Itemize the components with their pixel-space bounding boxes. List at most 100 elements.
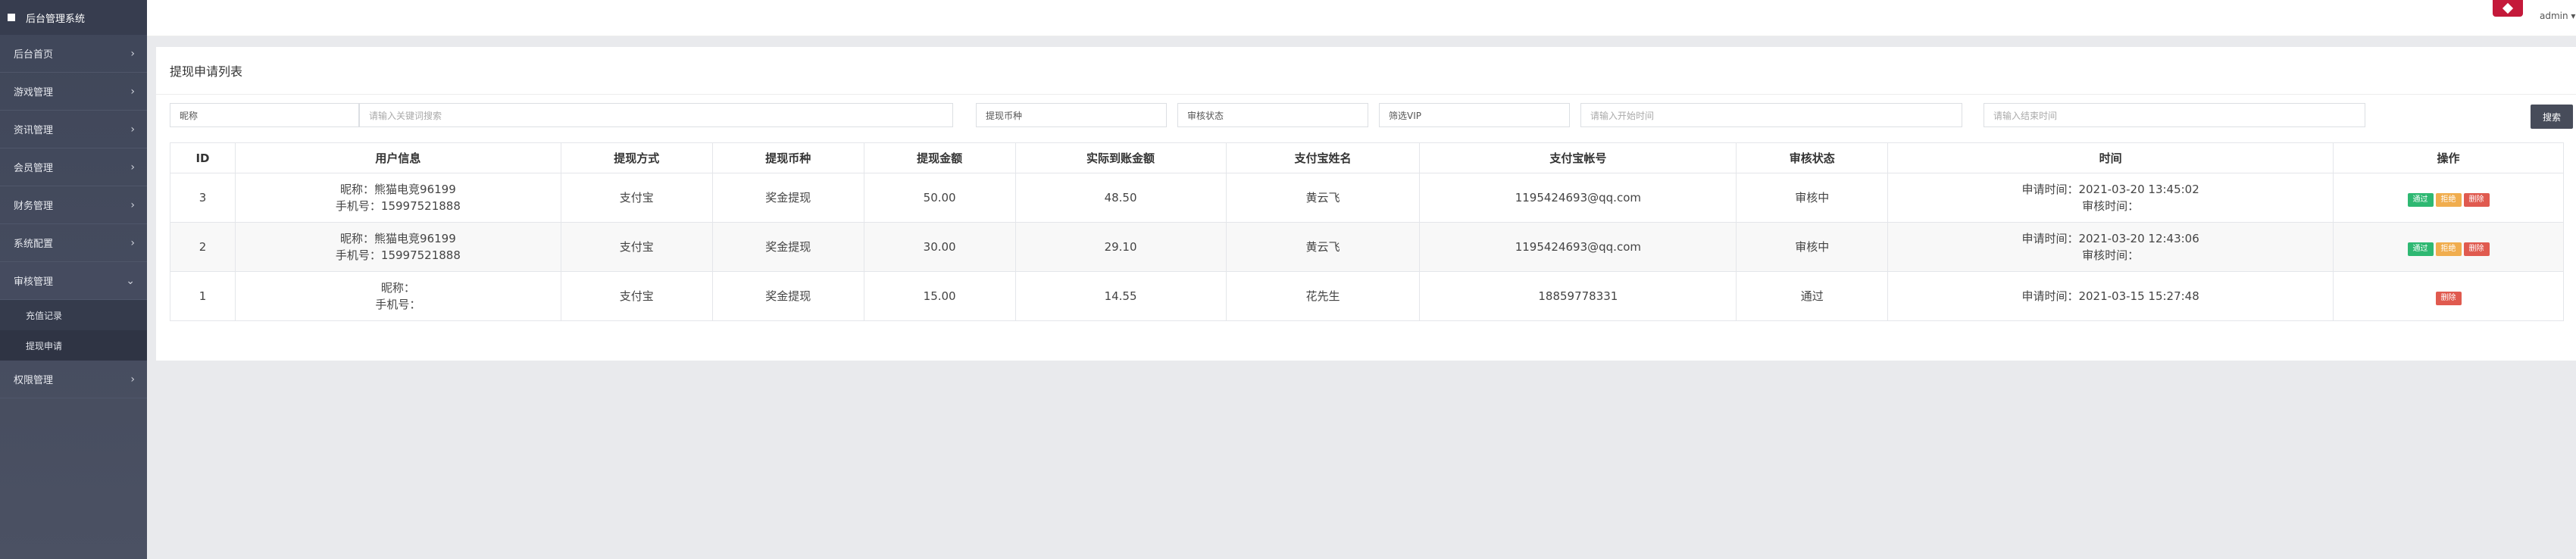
col-status: 审核状态: [1736, 142, 1889, 173]
currency-select[interactable]: 提现币种: [976, 103, 1167, 127]
sidebar-item-members[interactable]: 会员管理 ›: [0, 148, 147, 186]
sidebar-item-label: 会员管理: [14, 163, 54, 174]
withdraw-table: ID 用户信息 提现方式 提现币种 提现金额 实际到账金额 支付宝姓名 支付宝帐…: [170, 142, 2564, 321]
reject-button[interactable]: 拒绝: [2435, 242, 2462, 256]
sidebar-subitem-withdraw[interactable]: 提现申请: [0, 330, 147, 361]
cell-time: 申请时间：2021-03-15 15:27:48: [1887, 271, 2334, 321]
sidebar-item-games[interactable]: 游戏管理 ›: [0, 73, 147, 111]
col-time: 时间: [1887, 142, 2334, 173]
status-select[interactable]: 审核状态: [1177, 103, 1368, 127]
user-phone: 手机号：: [375, 298, 421, 311]
cell-currency: 奖金提现: [711, 173, 864, 223]
cell-alipay-name: 黄云飞: [1225, 222, 1421, 272]
cell-actions: 删除: [2333, 271, 2564, 321]
cell-user: 昵称：熊猫电竞96199 手机号：15997521888: [234, 173, 561, 223]
user-menu[interactable]: admin ▾: [2540, 11, 2575, 21]
apply-time: 申请时间：2021-03-20 13:45:02: [2021, 183, 2199, 196]
chevron-right-icon: ›: [130, 198, 135, 211]
audit-time: 审核时间：: [2082, 199, 2140, 213]
cell-time: 申请时间：2021-03-20 12:43:06 审核时间：: [1887, 222, 2334, 272]
chevron-right-icon: ›: [130, 47, 135, 60]
chevron-down-icon: ⌄: [126, 274, 135, 287]
col-actual: 实际到账金额: [1014, 142, 1227, 173]
spacer: [147, 36, 2576, 47]
col-actions: 操作: [2333, 142, 2564, 173]
delete-button[interactable]: 删除: [2463, 192, 2490, 207]
cell-amount: 50.00: [863, 173, 1016, 223]
delete-button[interactable]: 删除: [2463, 242, 2490, 256]
user-phone: 手机号：15997521888: [335, 248, 461, 262]
sidebar-item-permissions[interactable]: 权限管理 ›: [0, 361, 147, 398]
col-alipay-account: 支付宝帐号: [1419, 142, 1737, 173]
sidebar-item-label: 资讯管理: [14, 125, 54, 136]
audit-submenu: 充值记录 提现申请: [0, 300, 147, 361]
cell-actions: 通过 拒绝 删除: [2333, 173, 2564, 223]
chevron-right-icon: ›: [130, 236, 135, 249]
sidebar-subitem-recharge[interactable]: 充值记录: [0, 300, 147, 330]
sidebar-item-label: 后台首页: [14, 49, 54, 61]
cell-actions: 通过 拒绝 删除: [2333, 222, 2564, 272]
cell-user: 昵称：熊猫电竞96199 手机号：15997521888: [234, 222, 561, 272]
chevron-right-icon: ›: [130, 161, 135, 173]
sidebar-item-home[interactable]: 后台首页 ›: [0, 35, 147, 73]
sidebar-item-label: 财务管理: [14, 201, 54, 212]
nickname-select[interactable]: 昵称: [170, 103, 359, 127]
user-nickname: 昵称：熊猫电竞96199: [340, 232, 456, 245]
cell-actual: 29.10: [1014, 222, 1227, 272]
sidebar-item-system[interactable]: 系统配置 ›: [0, 224, 147, 262]
cell-alipay-account: 18859778331: [1419, 271, 1737, 321]
brand-icon: [8, 14, 15, 21]
cell-currency: 奖金提现: [711, 271, 864, 321]
cell-currency: 奖金提现: [711, 222, 864, 272]
cell-status: 审核中: [1736, 222, 1889, 272]
cell-method: 支付宝: [560, 173, 713, 223]
cell-id: 3: [170, 173, 236, 223]
apply-time: 申请时间：2021-03-20 12:43:06: [2021, 232, 2199, 245]
col-user: 用户信息: [234, 142, 561, 173]
topbar: [147, 0, 2576, 36]
cell-alipay-account: 1195424693@qq.com: [1419, 173, 1737, 223]
chevron-right-icon: ›: [130, 123, 135, 136]
sidebar-item-label: 权限管理: [14, 375, 54, 386]
sidebar-item-audit[interactable]: 审核管理 ⌄: [0, 262, 147, 300]
sidebar: 后台管理系统 后台首页 › 游戏管理 › 资讯管理 › 会员管理 › 财务管理 › 系统配…: [0, 0, 147, 559]
table-row: 3 昵称：熊猫电竞96199 手机号：15997521888 支付宝 奖金提现 5…: [170, 173, 2564, 223]
end-time-input[interactable]: 请输入结束时间: [1984, 103, 2365, 127]
avatar[interactable]: [2493, 0, 2523, 17]
sidebar-item-news[interactable]: 资讯管理 ›: [0, 111, 147, 148]
divider: [156, 94, 2576, 95]
reject-button[interactable]: 拒绝: [2435, 192, 2462, 207]
cell-id: 1: [170, 271, 236, 321]
cell-time: 申请时间：2021-03-20 13:45:02 审核时间：: [1887, 173, 2334, 223]
user-nickname: 昵称：熊猫电竞96199: [340, 183, 456, 196]
sidebar-item-label: 游戏管理: [14, 87, 54, 98]
sidebar-item-label: 审核管理: [14, 276, 54, 288]
cell-alipay-name: 花先生: [1225, 271, 1421, 321]
col-currency: 提现币种: [711, 142, 864, 173]
keyword-input[interactable]: 请输入关键词搜索: [359, 103, 953, 127]
brand: 后台管理系统: [0, 0, 147, 35]
col-id: ID: [170, 142, 236, 173]
cell-user: 昵称： 手机号：: [234, 271, 561, 321]
search-button[interactable]: 搜索: [2531, 105, 2573, 129]
cell-method: 支付宝: [560, 222, 713, 272]
main-panel: 提现申请列表 昵称 请输入关键词搜索 提现币种 审核状态 筛选VIP 请输入开始…: [156, 47, 2576, 361]
col-amount: 提现金额: [863, 142, 1016, 173]
audit-time: 审核时间：: [2082, 248, 2140, 262]
cell-amount: 30.00: [863, 222, 1016, 272]
cell-amount: 15.00: [863, 271, 1016, 321]
delete-button[interactable]: 删除: [2435, 291, 2462, 305]
col-method: 提现方式: [560, 142, 713, 173]
apply-time: 申请时间：2021-03-15 15:27:48: [2021, 289, 2199, 303]
table-row: 1 昵称： 手机号： 支付宝 奖金提现 15.00 14.55 花先生 18859…: [170, 271, 2564, 321]
approve-button[interactable]: 通过: [2407, 242, 2434, 256]
sidebar-item-finance[interactable]: 财务管理 ›: [0, 186, 147, 224]
vip-select[interactable]: 筛选VIP: [1379, 103, 1570, 127]
table-header-row: ID 用户信息 提现方式 提现币种 提现金额 实际到账金额 支付宝姓名 支付宝帐…: [170, 142, 2564, 173]
brand-title: 后台管理系统: [26, 13, 86, 25]
cell-alipay-account: 1195424693@qq.com: [1419, 222, 1737, 272]
start-time-input[interactable]: 请输入开始时间: [1580, 103, 1962, 127]
page-title: 提现申请列表: [170, 64, 243, 79]
approve-button[interactable]: 通过: [2407, 192, 2434, 207]
cell-method: 支付宝: [560, 271, 713, 321]
